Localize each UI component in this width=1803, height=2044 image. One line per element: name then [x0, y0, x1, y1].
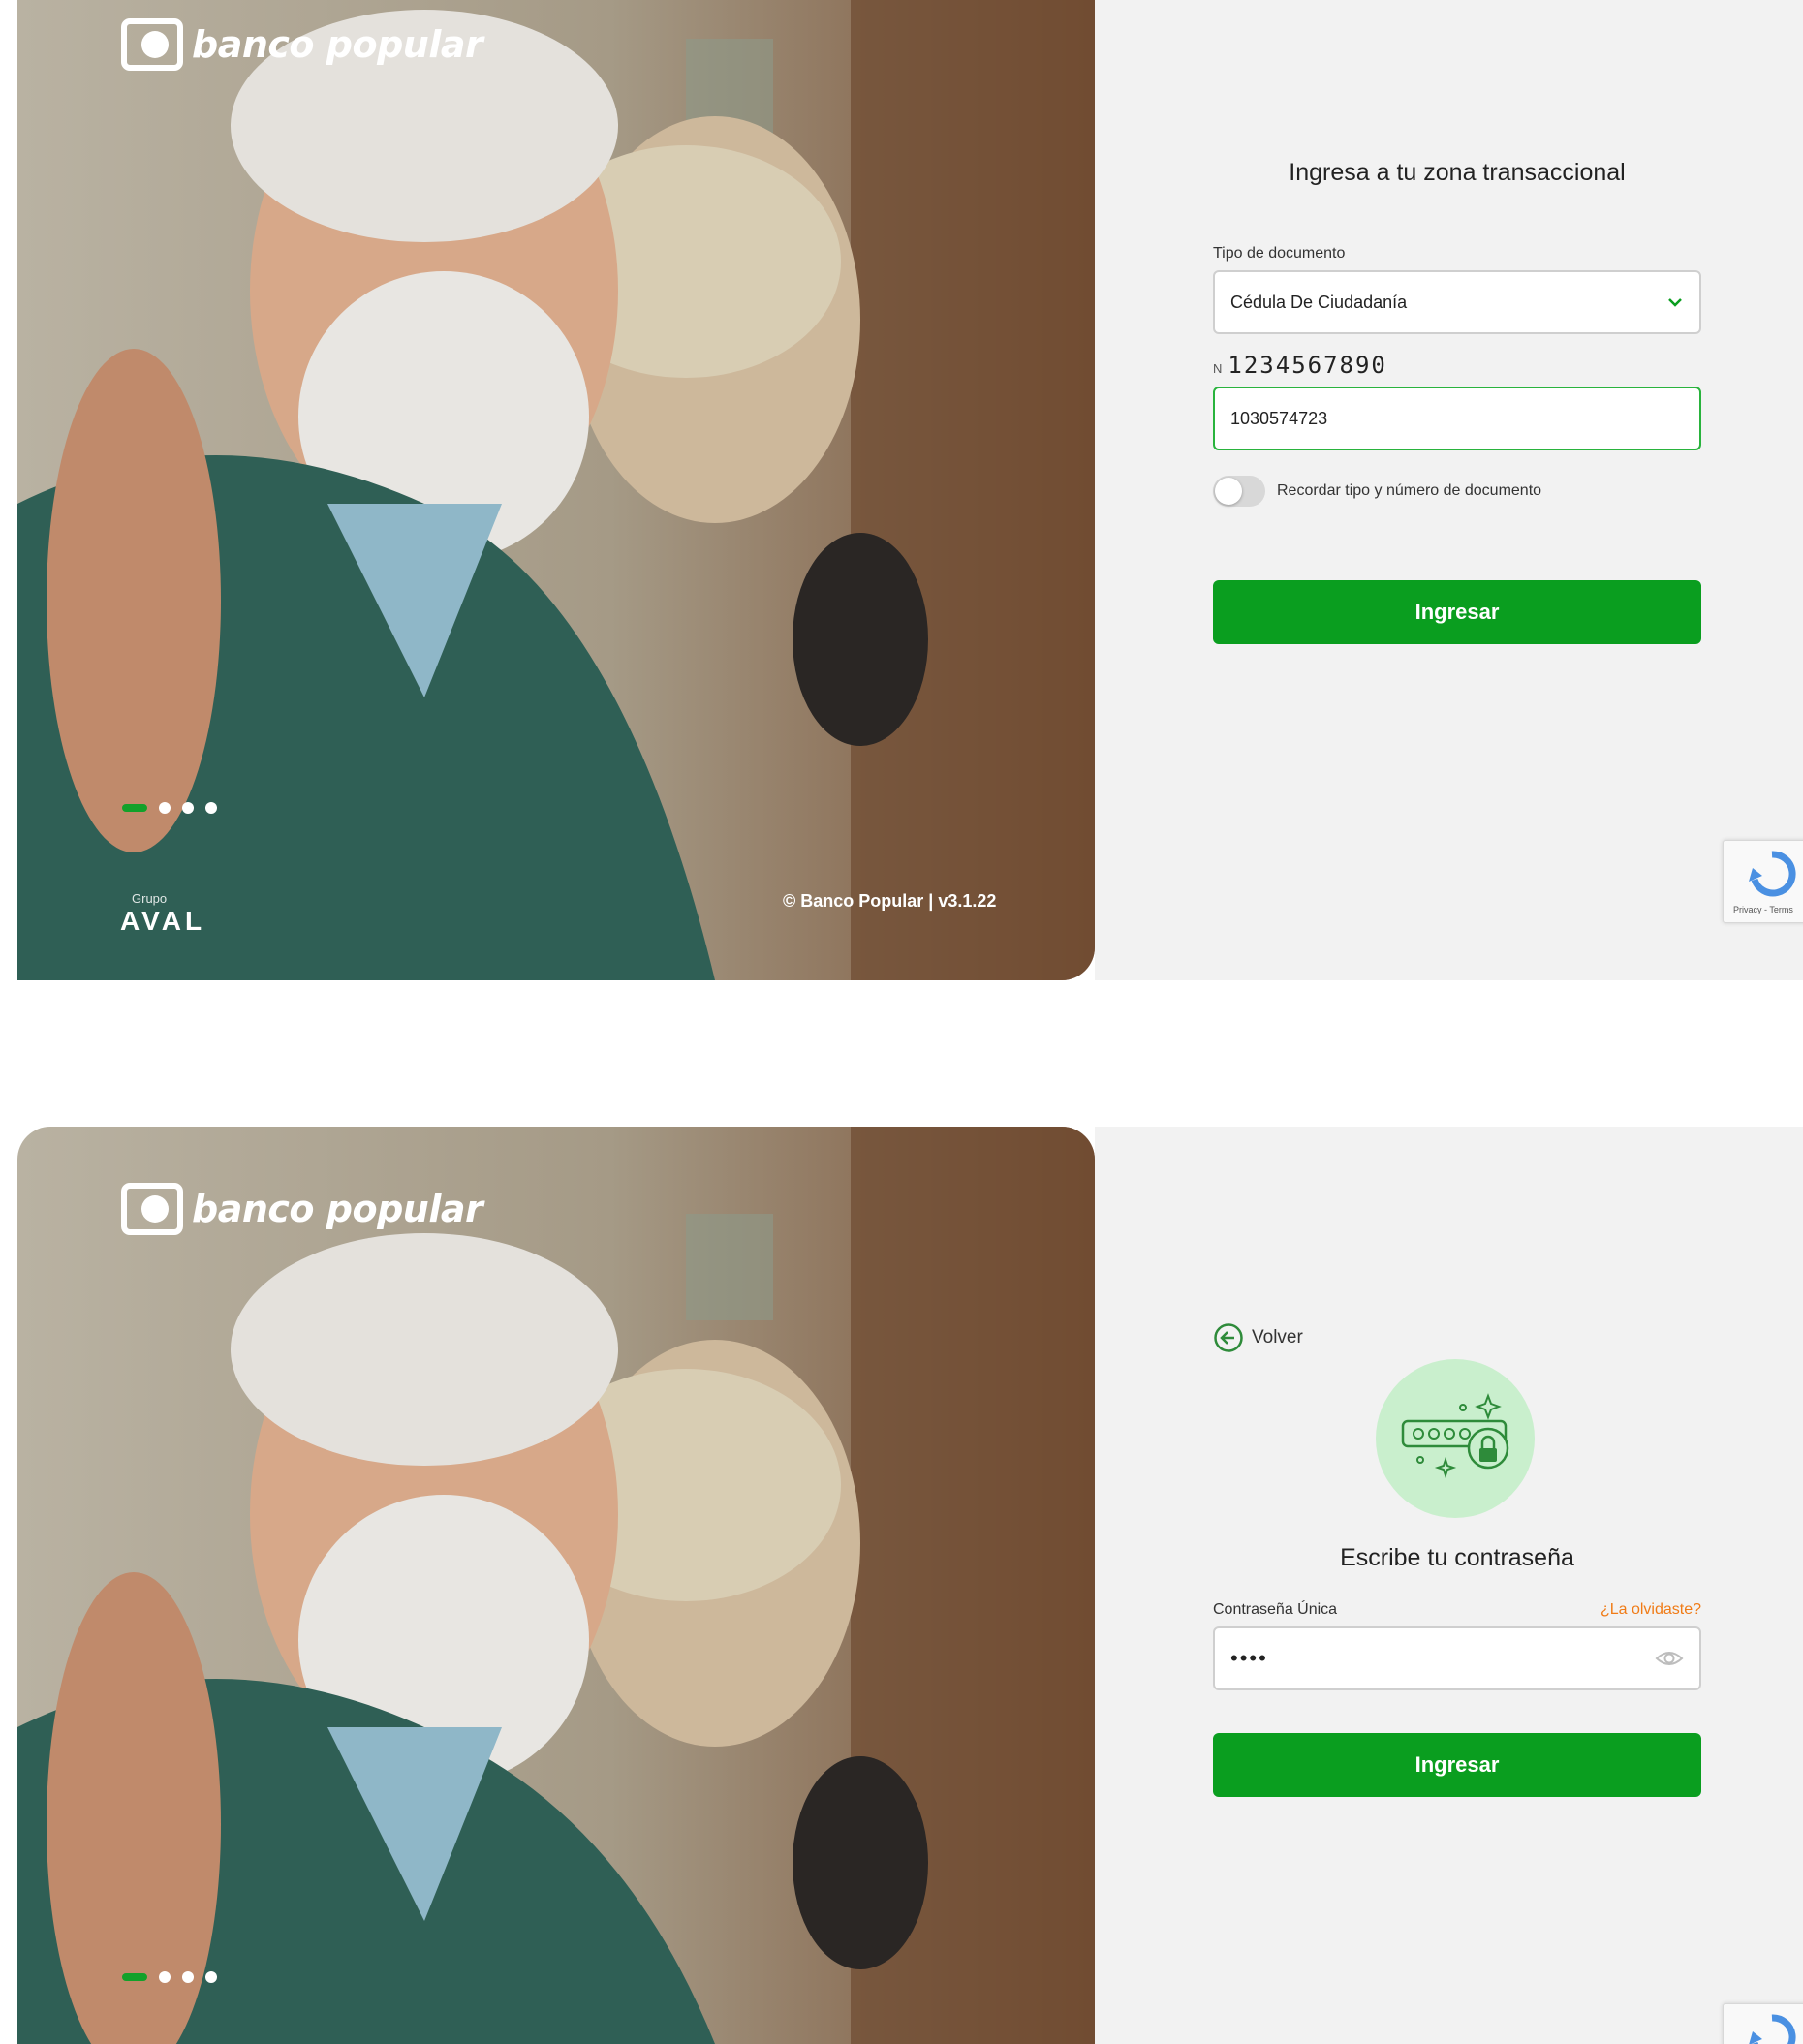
- carousel-indicators: [122, 1971, 217, 1983]
- toggle-knob: [1215, 478, 1242, 505]
- password-screen: banco popular Volver Escribe tu contrase…: [0, 1127, 1803, 2044]
- recaptcha-badge[interactable]: [1723, 2003, 1803, 2044]
- password-value: ••••: [1230, 1646, 1268, 1670]
- doc-type-value: Cédula De Ciudadanía: [1230, 292, 1408, 312]
- chevron-down-icon: [1668, 298, 1682, 307]
- brand-name: banco popular: [192, 23, 483, 66]
- brand-logo: banco popular: [120, 1182, 483, 1236]
- password-submit-button[interactable]: Ingresar: [1213, 1733, 1701, 1797]
- doc-number-label: N 1234567890: [1213, 352, 1701, 379]
- doc-number-value: 1030574723: [1230, 408, 1328, 428]
- doc-number-label-prefix: N: [1213, 361, 1223, 376]
- carousel-indicator[interactable]: [182, 802, 194, 814]
- password-title: Escribe tu contraseña: [1340, 1544, 1574, 1571]
- doc-type-label: Tipo de documento: [1213, 245, 1346, 262]
- login-screen: banco popular Grupo AVAL © Banco Popular…: [0, 0, 1803, 980]
- grupo-label: Grupo: [132, 891, 168, 906]
- password-form-body: Escribe tu contraseña Contraseña Única ¿…: [1213, 1544, 1701, 1797]
- back-label: Volver: [1252, 1327, 1303, 1347]
- aval-label: AVAL: [120, 906, 206, 936]
- carousel-indicator-active[interactable]: [122, 1973, 147, 1981]
- page-title: Ingresa a tu zona transaccional: [1289, 159, 1626, 186]
- login-form: Ingresa a tu zona transaccional Tipo de …: [1213, 159, 1701, 644]
- remember-row: Recordar tipo y número de documento: [1213, 476, 1701, 507]
- hero-photo: [17, 1127, 1095, 2044]
- doc-number-input[interactable]: 1030574723: [1213, 387, 1701, 450]
- copyright-text: © Banco Popular | v3.1.22: [783, 891, 997, 911]
- hero-photo-panel: banco popular: [17, 1127, 1095, 2044]
- carousel-indicator[interactable]: [205, 802, 217, 814]
- password-label: Contraseña Única: [1213, 1601, 1338, 1618]
- brand-name: banco popular: [192, 1188, 483, 1230]
- doc-number-overlay: 1234567890: [1228, 352, 1387, 379]
- back-button[interactable]: Volver: [1213, 1322, 1701, 1353]
- grupo-aval-logo: Grupo AVAL: [120, 891, 205, 937]
- carousel-indicator[interactable]: [182, 1971, 194, 1983]
- arrow-left-circle-icon: [1214, 1323, 1243, 1352]
- banco-popular-logo-icon: [121, 1183, 183, 1235]
- hero-photo-panel: banco popular Grupo AVAL © Banco Popular…: [17, 0, 1095, 980]
- hero-photo: [17, 0, 1095, 980]
- carousel-indicators: [122, 802, 217, 814]
- forgot-password-link[interactable]: ¿La olvidaste?: [1601, 1601, 1701, 1619]
- brand-logo: banco popular: [120, 17, 483, 72]
- remember-toggle[interactable]: [1213, 476, 1265, 507]
- remember-label: Recordar tipo y número de documento: [1277, 482, 1542, 499]
- recaptcha-badge[interactable]: Privacy - Terms: [1723, 840, 1803, 923]
- eye-icon[interactable]: [1655, 1648, 1684, 1669]
- recaptcha-links[interactable]: Privacy - Terms: [1733, 905, 1793, 914]
- password-form: Volver: [1213, 1322, 1701, 1353]
- carousel-indicator[interactable]: [159, 1971, 171, 1983]
- carousel-indicator-active[interactable]: [122, 804, 147, 812]
- password-input[interactable]: ••••: [1213, 1626, 1701, 1690]
- login-submit-button[interactable]: Ingresar: [1213, 580, 1701, 644]
- carousel-indicator[interactable]: [205, 1971, 217, 1983]
- password-lock-illustration-icon: [1376, 1359, 1535, 1518]
- recaptcha-icon: [1749, 851, 1796, 897]
- password-label-row: Contraseña Única ¿La olvidaste?: [1213, 1601, 1701, 1619]
- banco-popular-logo-icon: [121, 18, 183, 71]
- carousel-indicator[interactable]: [159, 802, 171, 814]
- doc-type-select[interactable]: Cédula De Ciudadanía: [1213, 270, 1701, 334]
- recaptcha-icon: [1749, 2014, 1796, 2044]
